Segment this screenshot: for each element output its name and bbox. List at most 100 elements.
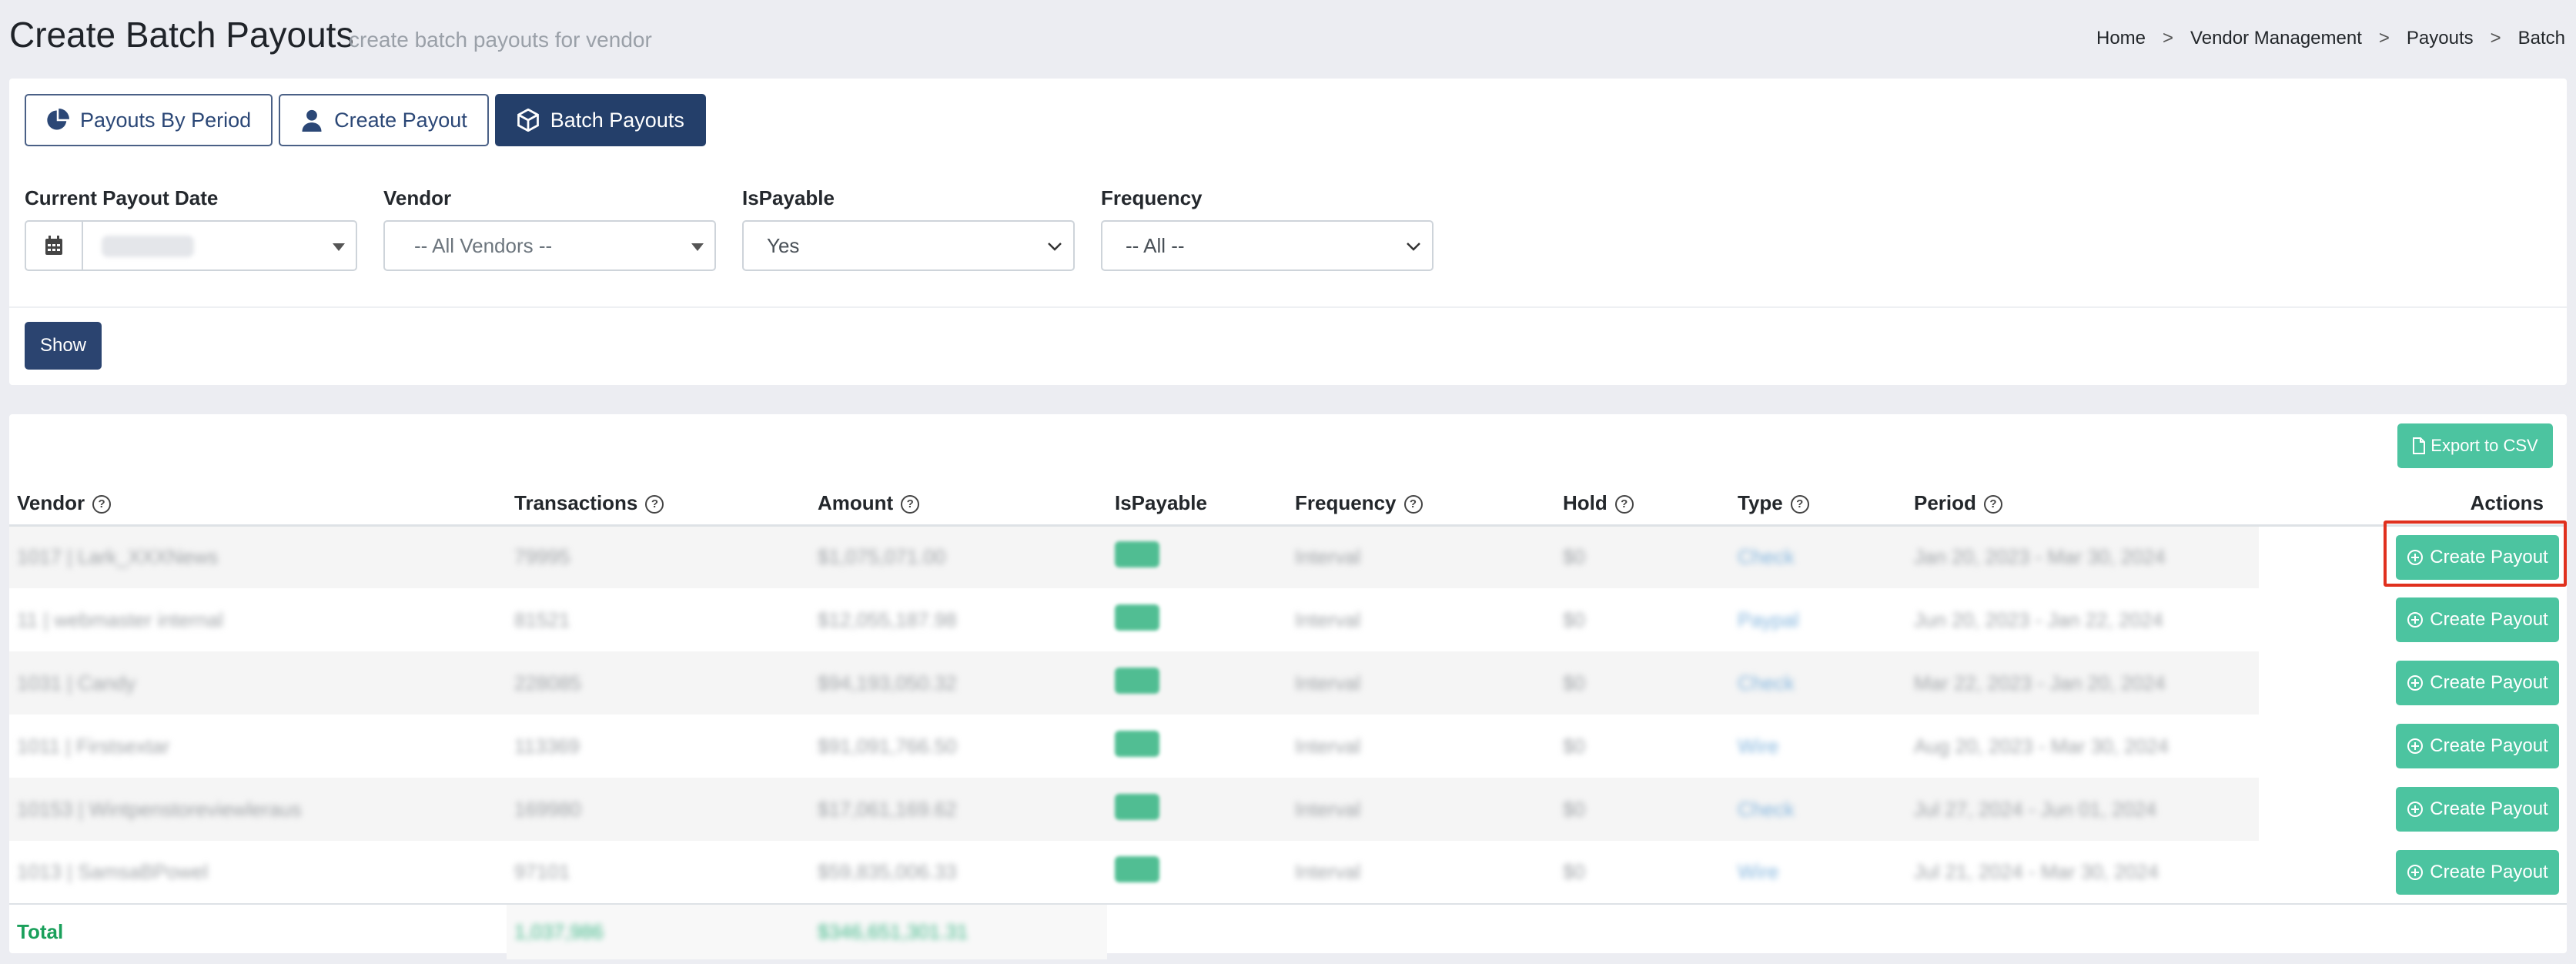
- plus-circle-icon: [2407, 675, 2424, 691]
- help-icon[interactable]: ?: [901, 494, 920, 514]
- table-header-row: Vendor? Transactions? Amount? IsPayable …: [9, 482, 2567, 527]
- vendor-cell: 1013 | SamsaBPowel: [17, 860, 209, 883]
- transactions-cell: 97101: [514, 860, 570, 883]
- column-header-period[interactable]: Period?: [1906, 482, 2259, 527]
- plus-circle-icon: [2407, 864, 2424, 880]
- plus-circle-icon: [2407, 549, 2424, 565]
- column-header-transactions[interactable]: Transactions?: [507, 482, 810, 527]
- chevron-down-icon: [1048, 243, 1062, 251]
- tab-batch-payouts[interactable]: Batch Payouts: [494, 94, 706, 146]
- tab-payouts-by-period[interactable]: Payouts By Period: [25, 94, 273, 146]
- breadcrumb-separator: >: [2490, 28, 2501, 49]
- total-transactions: 1,037,986: [514, 920, 604, 943]
- period-cell: Aug 20, 2023 - Mar 30, 2024: [1914, 734, 2170, 758]
- vendor-select[interactable]: -- All Vendors --: [383, 220, 716, 271]
- column-header-frequency[interactable]: Frequency?: [1287, 482, 1555, 527]
- filter-card: Payouts By Period Create Payout Batch Pa…: [9, 79, 2567, 385]
- help-icon[interactable]: ?: [645, 494, 664, 514]
- transactions-cell: 79995: [514, 545, 570, 569]
- create-payout-button[interactable]: Create Payout: [2396, 534, 2559, 580]
- frequency-cell: Interval: [1295, 860, 1361, 883]
- type-link[interactable]: Check: [1738, 671, 1795, 695]
- breadcrumb: Home > Vendor Management > Payouts > Bat…: [2096, 28, 2565, 49]
- filter-vendor: Vendor -- All Vendors --: [383, 186, 716, 271]
- column-header-actions: Actions: [2259, 482, 2567, 527]
- frequency-cell: Interval: [1295, 608, 1361, 631]
- create-payout-button[interactable]: Create Payout: [2396, 724, 2559, 768]
- tab-bar: Payouts By Period Create Payout Batch Pa…: [25, 94, 706, 146]
- hold-cell: $0: [1563, 545, 1585, 569]
- filter-label: Current Payout Date: [25, 186, 219, 209]
- payout-date-select[interactable]: [83, 220, 357, 271]
- filter-payout-date: Current Payout Date: [25, 186, 357, 271]
- table-row: 1017 | Lark_XXXNews 79995 $1,075,071.00 …: [9, 525, 2567, 588]
- create-payout-button[interactable]: Create Payout: [2396, 597, 2559, 642]
- cubes-icon: [517, 109, 539, 132]
- type-link[interactable]: Wire: [1738, 860, 1778, 884]
- filter-ispayable: IsPayable Yes: [742, 186, 1075, 271]
- help-icon[interactable]: ?: [1403, 494, 1423, 514]
- frequency-cell: Interval: [1295, 671, 1361, 695]
- caret-down-icon: [333, 243, 345, 251]
- help-icon[interactable]: ?: [1614, 494, 1634, 514]
- breadcrumb-payouts[interactable]: Payouts: [2407, 28, 2474, 49]
- create-payout-button[interactable]: Create Payout: [2396, 787, 2559, 832]
- ispayable-badge: [1115, 856, 1159, 882]
- create-payout-button[interactable]: Create Payout: [2396, 661, 2559, 705]
- hold-cell: $0: [1563, 734, 1585, 758]
- table-row: 1011 | Firstsextar 113369 $91,091,766.50…: [9, 715, 2567, 778]
- total-row: Total 1,037,986 $346,651,301.31: [9, 903, 2567, 959]
- type-link[interactable]: Check: [1738, 798, 1795, 822]
- tab-create-payout[interactable]: Create Payout: [279, 94, 489, 146]
- help-icon[interactable]: ?: [92, 494, 112, 514]
- frequency-cell: Interval: [1295, 734, 1361, 758]
- table-row: 1031 | Candy 228085 $94,193,050.32 Inter…: [9, 651, 2567, 715]
- ispayable-select[interactable]: Yes: [742, 220, 1075, 271]
- column-header-hold[interactable]: Hold?: [1555, 482, 1730, 527]
- transactions-cell: 228085: [514, 671, 581, 695]
- breadcrumb-home[interactable]: Home: [2096, 28, 2146, 49]
- type-link[interactable]: Check: [1738, 545, 1795, 569]
- amount-cell: $91,091,766.50: [818, 734, 957, 758]
- table-row: 10153 | Wintpenstoreviewleraus 169980 $1…: [9, 778, 2567, 841]
- filter-label: Vendor: [383, 186, 452, 209]
- plus-circle-icon: [2407, 802, 2424, 817]
- frequency-cell: Interval: [1295, 797, 1361, 821]
- transactions-cell: 81521: [514, 608, 570, 631]
- chevron-down-icon: [1407, 243, 1420, 251]
- calendar-button[interactable]: [25, 220, 83, 271]
- page-subtitle: create batch payouts for vendor: [349, 28, 652, 52]
- vendor-cell: 1017 | Lark_XXXNews: [17, 545, 219, 569]
- help-icon[interactable]: ?: [1790, 494, 1809, 514]
- tab-label: Batch Payouts: [550, 108, 684, 132]
- tab-label: Payouts By Period: [80, 108, 252, 132]
- export-csv-button[interactable]: Export to CSV: [2397, 423, 2553, 468]
- type-link[interactable]: Paypal: [1738, 608, 1799, 632]
- period-cell: Mar 22, 2023 - Jan 20, 2024: [1914, 671, 2166, 695]
- ispayable-badge: [1115, 793, 1159, 820]
- filter-frequency: Frequency -- All --: [1101, 186, 1434, 271]
- filter-row: Current Payout Date Vendor -- All Vendor…: [25, 186, 1434, 271]
- hold-cell: $0: [1563, 797, 1585, 821]
- plus-circle-icon: [2407, 612, 2424, 628]
- show-button[interactable]: Show: [25, 322, 102, 370]
- column-header-vendor[interactable]: Vendor?: [9, 482, 507, 527]
- batch-payouts-table: Vendor? Transactions? Amount? IsPayable …: [9, 482, 2567, 959]
- caret-down-icon: [691, 243, 704, 251]
- breadcrumb-vendor-management[interactable]: Vendor Management: [2190, 28, 2362, 49]
- ispayable-badge: [1115, 604, 1159, 631]
- ispayable-badge: [1115, 667, 1159, 694]
- breadcrumb-batch: Batch: [2517, 28, 2565, 49]
- help-icon[interactable]: ?: [1983, 494, 2002, 514]
- period-cell: Jan 20, 2023 - Mar 30, 2024: [1914, 545, 2166, 569]
- column-header-amount[interactable]: Amount?: [810, 482, 1107, 527]
- period-cell: Jul 27, 2024 - Jun 01, 2024: [1914, 797, 2157, 821]
- hold-cell: $0: [1563, 608, 1585, 631]
- column-header-type[interactable]: Type?: [1730, 482, 1906, 527]
- column-header-ispayable[interactable]: IsPayable: [1107, 482, 1287, 527]
- period-cell: Jul 21, 2024 - Mar 30, 2024: [1914, 860, 2159, 883]
- ispayable-badge: [1115, 730, 1159, 757]
- frequency-select[interactable]: -- All --: [1101, 220, 1434, 271]
- type-link[interactable]: Wire: [1738, 735, 1778, 758]
- create-payout-button[interactable]: Create Payout: [2396, 849, 2559, 895]
